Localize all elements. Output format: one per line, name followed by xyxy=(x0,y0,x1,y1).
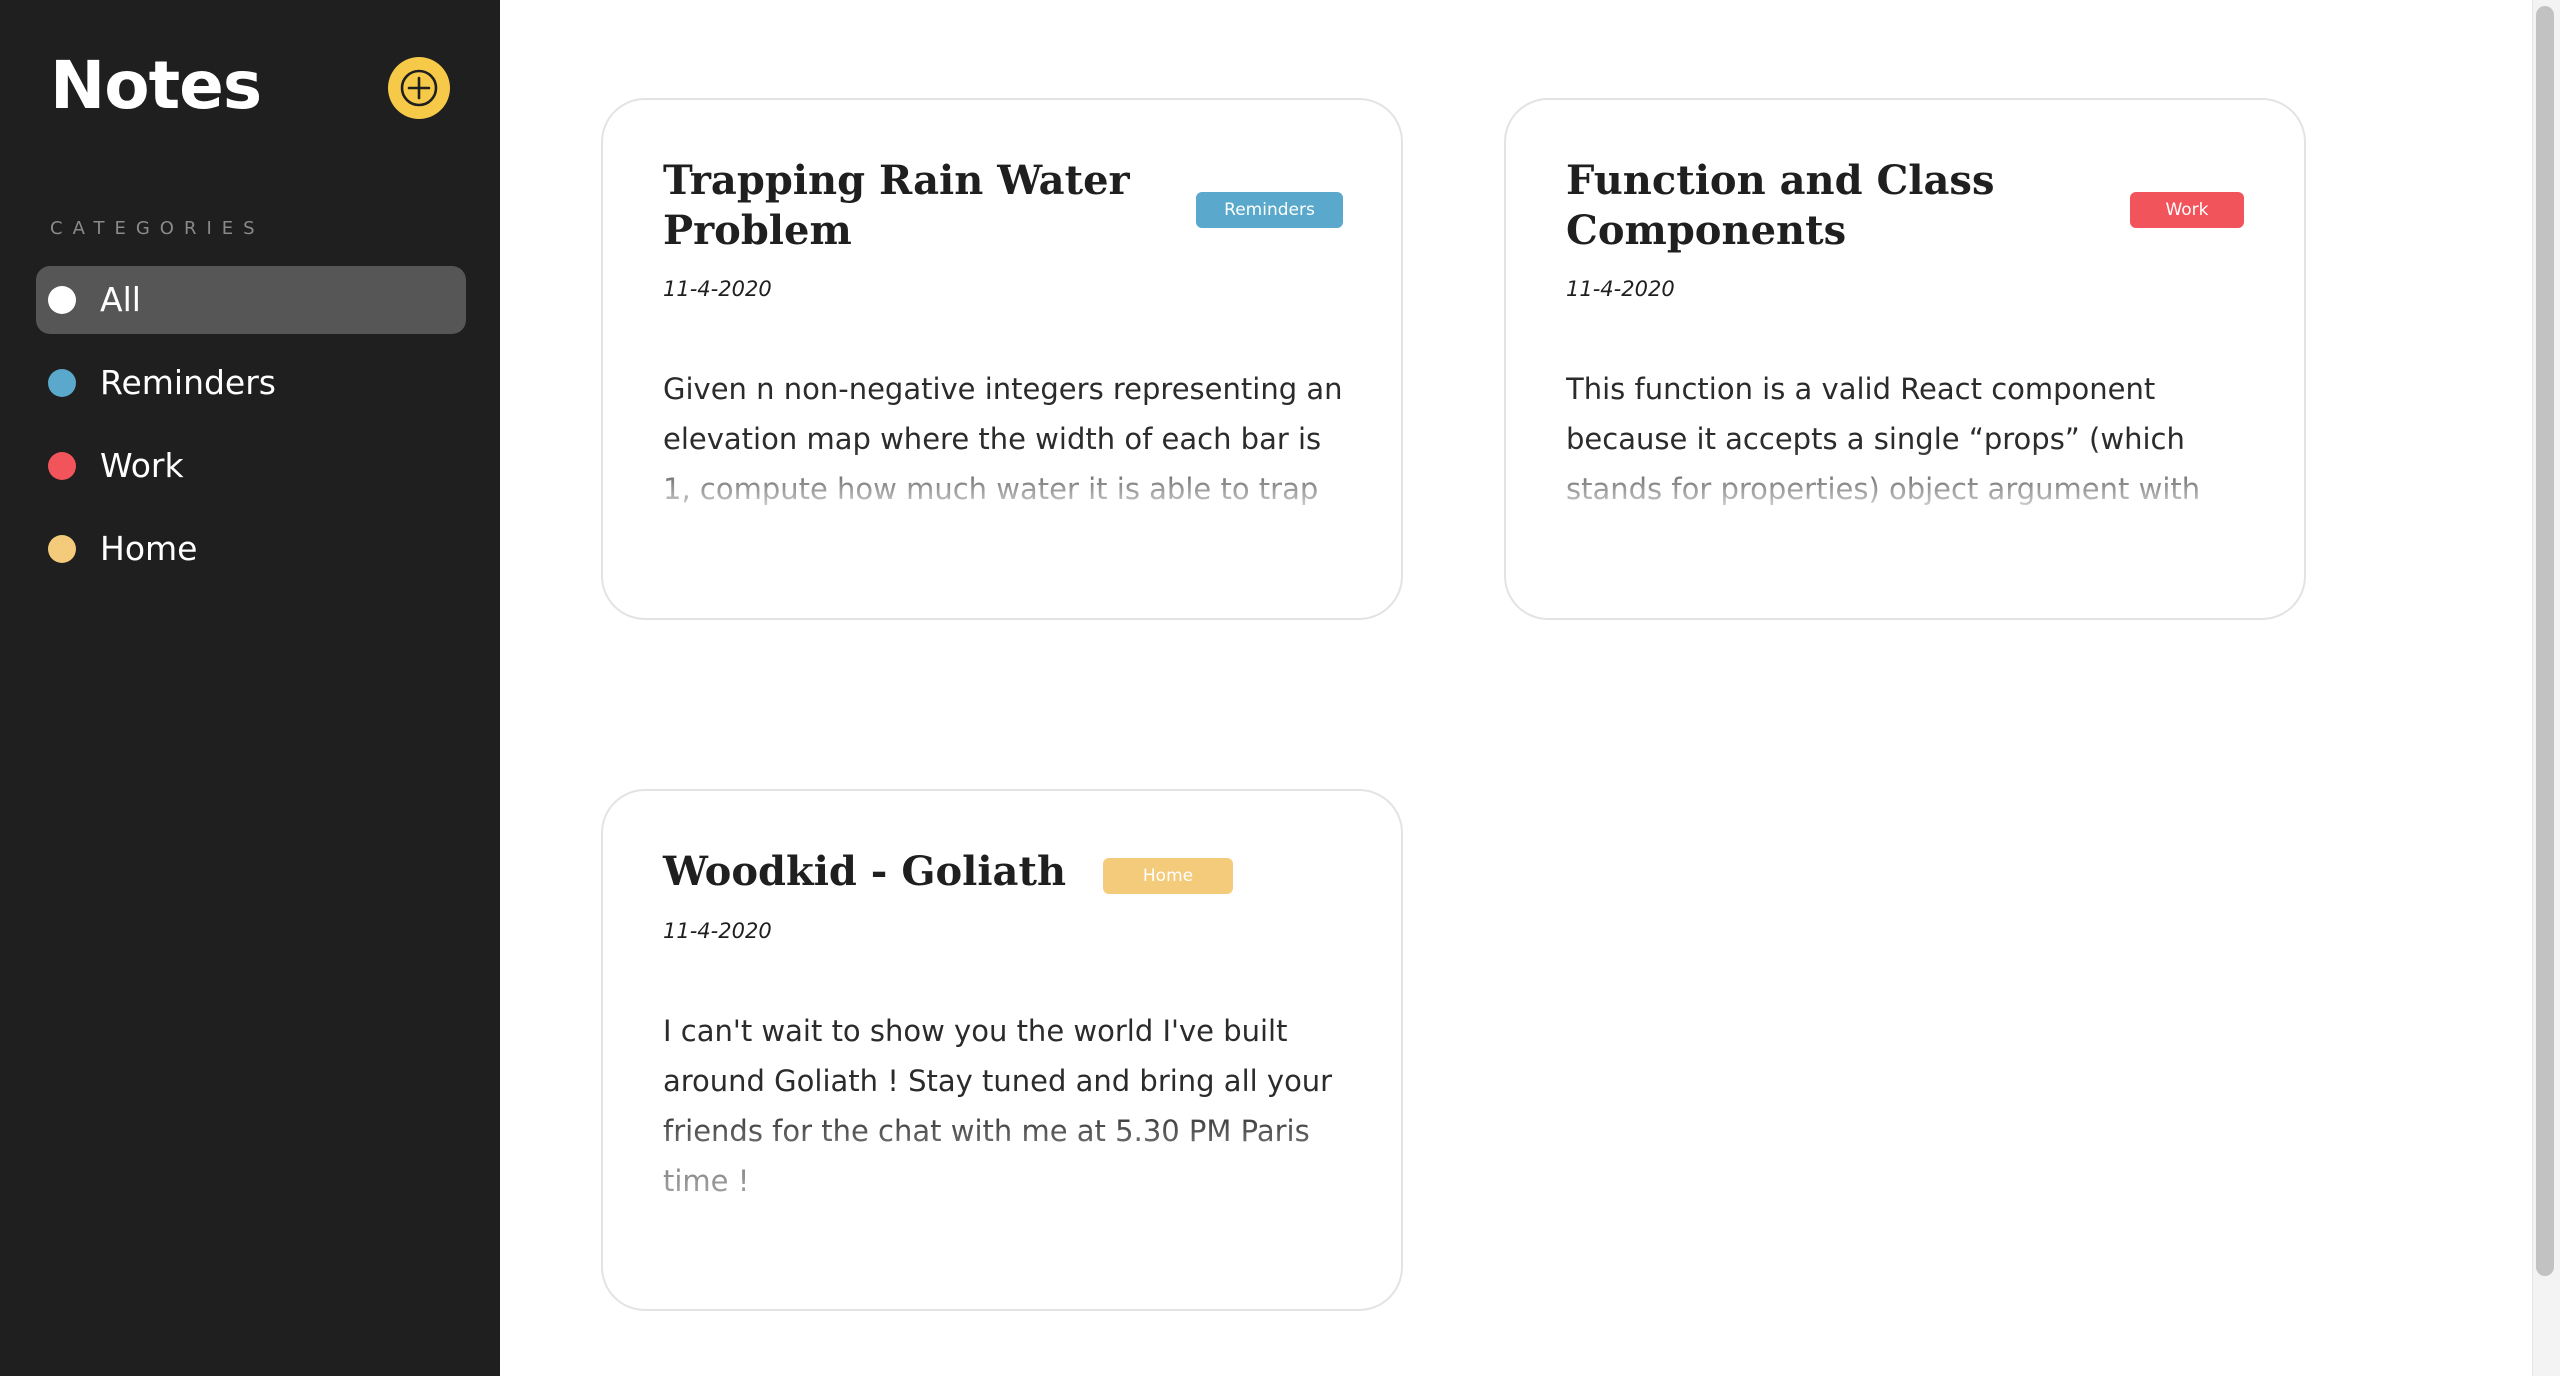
category-item-home[interactable]: Home xyxy=(36,515,466,583)
category-dot-icon xyxy=(48,369,76,397)
add-note-button[interactable] xyxy=(388,57,450,119)
categories-heading: CATEGORIES xyxy=(50,218,265,239)
note-title: Trapping Rain Water Problem xyxy=(663,157,1130,254)
note-tag-badge: Reminders xyxy=(1196,192,1343,228)
category-label: Home xyxy=(100,529,198,568)
note-title: Function and Class Components xyxy=(1566,157,1995,254)
note-body: Given n non-negative integers representi… xyxy=(663,372,1343,506)
plus-icon xyxy=(400,69,438,107)
category-item-work[interactable]: Work xyxy=(36,432,466,500)
note-tag-badge: Home xyxy=(1103,858,1233,894)
note-body: This function is a valid React component… xyxy=(1566,372,2201,506)
category-dot-icon xyxy=(48,535,76,563)
category-item-all[interactable]: All xyxy=(36,266,466,334)
note-date: 11-4-2020 xyxy=(1566,277,1675,301)
category-item-reminders[interactable]: Reminders xyxy=(36,349,466,417)
category-list: All Reminders Work Home xyxy=(36,266,466,598)
note-title: Woodkid - Goliath xyxy=(663,848,1067,895)
category-label: Reminders xyxy=(100,363,276,402)
scrollbar-thumb[interactable] xyxy=(2536,6,2554,1276)
category-label: All xyxy=(100,280,141,319)
note-card[interactable]: Trapping Rain Water Problem Reminders 11… xyxy=(601,98,1403,620)
note-card[interactable]: Woodkid - Goliath Home 11-4-2020 I can't… xyxy=(601,789,1403,1311)
note-date: 11-4-2020 xyxy=(663,277,772,301)
category-dot-icon xyxy=(48,452,76,480)
app-title: Notes xyxy=(50,47,262,124)
note-tag-badge: Work xyxy=(2130,192,2244,228)
sidebar: Notes CATEGORIES All Reminders Work Home xyxy=(0,0,500,1376)
category-label: Work xyxy=(100,446,184,485)
note-body: I can't wait to show you the world I've … xyxy=(663,1014,1333,1198)
category-dot-icon xyxy=(48,286,76,314)
note-date: 11-4-2020 xyxy=(663,919,772,943)
note-card[interactable]: Function and Class Components Work 11-4-… xyxy=(1504,98,2306,620)
